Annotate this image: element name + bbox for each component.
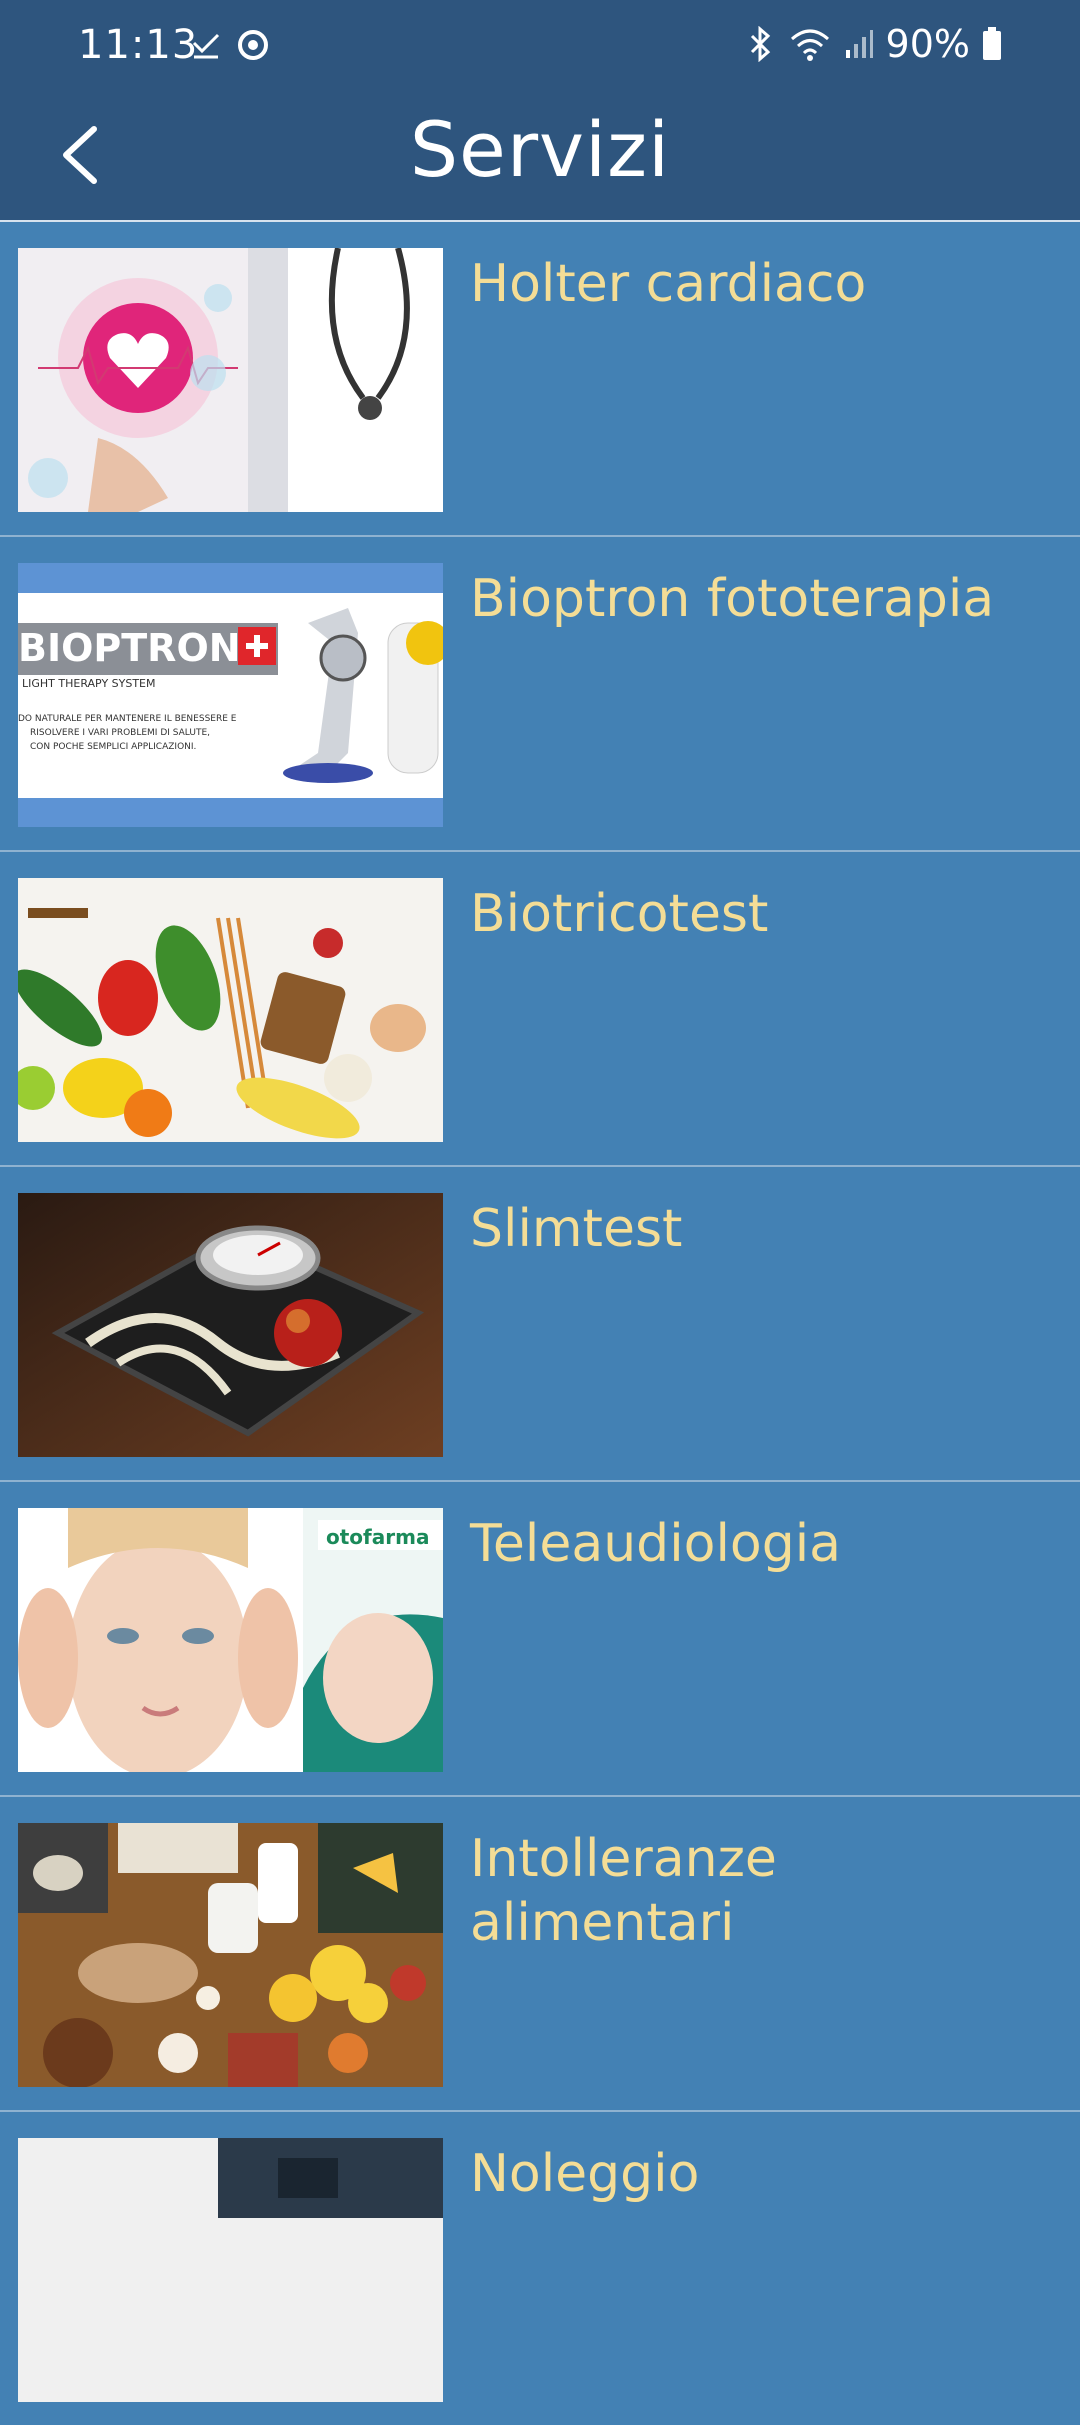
list-item[interactable]: Holter cardiaco: [0, 220, 1080, 535]
service-title: Teleaudiologia: [470, 1514, 842, 1574]
rental-image: [18, 2138, 443, 2402]
list-item[interactable]: otofarma Teleaudiologia: [0, 1480, 1080, 1795]
bioptron-caption-3: CON POCHE SEMPLICI APPLICAZIONI.: [30, 742, 196, 752]
list-item[interactable]: Biotricotest: [0, 850, 1080, 1165]
status-left-icons: [190, 28, 270, 62]
services-list: Holter cardiaco BIOPTRON LIGHT THERAPY S…: [0, 220, 1080, 2425]
bioptron-caption-2: RISOLVERE I VARI PROBLEMI DI SALUTE,: [30, 728, 210, 738]
battery-icon: [982, 27, 1002, 61]
signal-icon: [844, 28, 874, 60]
wifi-icon: [788, 27, 832, 61]
service-title: Holter cardiaco: [470, 254, 867, 314]
page-title: Servizi: [409, 105, 671, 194]
service-title: Biotricotest: [470, 884, 769, 944]
list-item[interactable]: Noleggio: [0, 2110, 1080, 2425]
sync-icon: [236, 28, 270, 62]
status-bar: 11:13 90%: [0, 0, 1080, 95]
check-download-icon: [190, 29, 222, 61]
doctor-heart-image: [18, 248, 443, 512]
woman-ears-image: otofarma: [18, 1508, 443, 1772]
vegetables-image: [18, 878, 443, 1142]
bioptron-lamp-image: BIOPTRON LIGHT THERAPY SYSTEM DO NATURAL…: [18, 563, 443, 827]
list-item[interactable]: Intolleranze alimentari: [0, 1795, 1080, 2110]
status-right-icons: 90%: [746, 22, 1002, 66]
status-time: 11:13: [78, 22, 199, 68]
service-title: Noleggio: [470, 2144, 700, 2204]
bluetooth-icon: [746, 26, 776, 62]
app-bar: Servizi: [0, 95, 1080, 220]
list-item[interactable]: BIOPTRON LIGHT THERAPY SYSTEM DO NATURAL…: [0, 535, 1080, 850]
service-title: Bioptron fototerapia: [470, 569, 995, 629]
food-table-image: [18, 1823, 443, 2087]
service-title: Slimtest: [470, 1199, 683, 1259]
bioptron-subtitle: LIGHT THERAPY SYSTEM: [22, 677, 156, 690]
list-item[interactable]: Slimtest: [0, 1165, 1080, 1480]
battery-percent: 90%: [885, 22, 970, 66]
bioptron-logo-text: BIOPTRON: [18, 626, 241, 670]
service-title: Intolleranze alimentari: [470, 1829, 777, 1953]
otofarma-logo: otofarma: [326, 1525, 429, 1549]
bioptron-caption-1: DO NATURALE PER MANTENERE IL BENESSERE E: [18, 714, 237, 724]
scale-image: [18, 1193, 443, 1457]
